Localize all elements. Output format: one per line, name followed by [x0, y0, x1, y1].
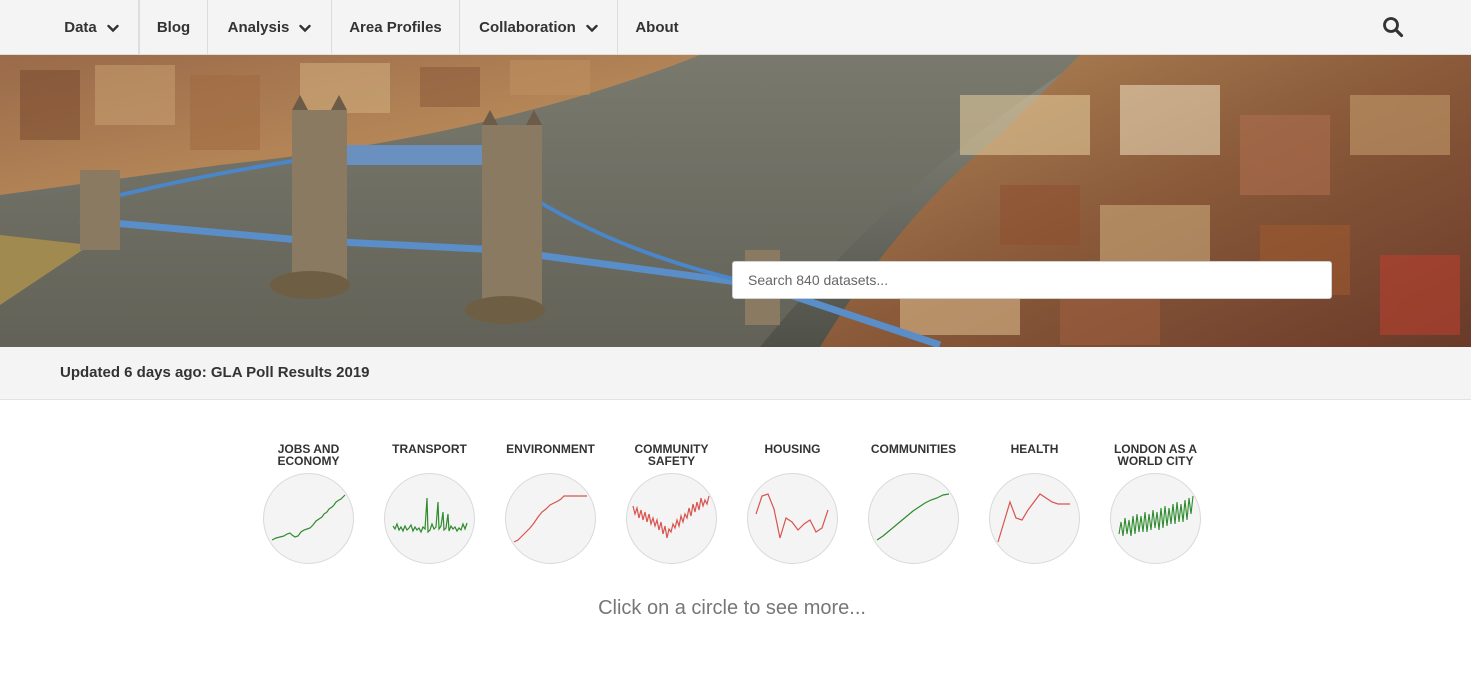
sparkline-path — [271, 494, 346, 541]
sparkline-path — [1118, 495, 1194, 537]
topic-label: Community Safety — [634, 442, 709, 468]
topic-circle[interactable] — [868, 473, 959, 564]
sparkline — [632, 495, 710, 539]
topic-housing[interactable]: Housing — [732, 440, 853, 564]
sparkline-path — [997, 493, 1070, 543]
chevron-down-icon — [107, 24, 119, 32]
nav-item-collaboration[interactable]: Collaboration — [460, 0, 618, 55]
sparkline-path — [632, 495, 710, 539]
topic-label: Housing — [764, 442, 821, 456]
search-icon[interactable] — [1378, 12, 1408, 42]
latest-update-link[interactable]: Updated 6 days ago: GLA Poll Results 201… — [60, 364, 370, 381]
sparkline-path — [513, 495, 587, 543]
topic-circle[interactable] — [1110, 473, 1201, 564]
topic-health[interactable]: Health — [974, 440, 1095, 564]
topic-circle[interactable] — [505, 473, 596, 564]
nav-item-label: About — [635, 19, 679, 36]
nav-item-label: Collaboration — [479, 19, 576, 36]
sparkline — [513, 495, 587, 543]
hero-banner — [0, 55, 1471, 347]
topic-label: London as a World City — [1113, 442, 1198, 468]
sparkline-path — [876, 493, 950, 541]
topic-london-as-a-world-city[interactable]: London as a World City — [1095, 440, 1216, 564]
nav-item-label: Analysis — [227, 19, 290, 36]
topic-label: Health — [1010, 442, 1059, 456]
sparkline-path — [755, 493, 829, 539]
nav-item-label: Blog — [156, 19, 191, 36]
nav-item-about[interactable]: About — [618, 0, 696, 55]
topic-communities[interactable]: Communities — [853, 440, 974, 564]
topic-label: Environment — [506, 442, 595, 456]
topic-jobs-and-economy[interactable]: Jobs and Economy — [248, 440, 369, 564]
nav-item-analysis[interactable]: Analysis — [208, 0, 332, 55]
topic-circle[interactable] — [263, 473, 354, 564]
topic-circle[interactable] — [989, 473, 1080, 564]
topic-label: Transport — [392, 442, 467, 456]
dataset-search-input[interactable] — [732, 261, 1332, 299]
nav-item-data[interactable]: Data — [45, 0, 139, 55]
topic-circle[interactable] — [747, 473, 838, 564]
topic-circle[interactable] — [626, 473, 717, 564]
sparkline-path — [392, 497, 468, 534]
sparkline — [876, 493, 950, 541]
topic-hint-text: Click on a circle to see more... — [598, 597, 866, 619]
sparkline — [997, 493, 1070, 543]
sparkline — [392, 497, 468, 534]
topic-circle[interactable] — [384, 473, 475, 564]
hero-image — [0, 55, 1471, 347]
topic-label: Jobs and Economy — [277, 442, 340, 468]
topic-environment[interactable]: Environment — [490, 440, 611, 564]
top-navigation: Data Blog Analysis Area Profiles Collabo… — [0, 0, 1471, 55]
latest-update-bar: Updated 6 days ago: GLA Poll Results 201… — [0, 347, 1471, 400]
nav-item-blog[interactable]: Blog — [139, 0, 208, 55]
sparkline — [755, 493, 829, 539]
chevron-down-icon — [299, 24, 312, 32]
nav-item-label: Data — [64, 19, 97, 36]
nav-item-label: Area Profiles — [349, 19, 442, 36]
sparkline — [271, 494, 346, 541]
topic-community-safety[interactable]: Community Safety — [611, 440, 732, 564]
topic-transport[interactable]: Transport — [369, 440, 490, 564]
chevron-down-icon — [586, 24, 598, 32]
nav-item-area-profiles[interactable]: Area Profiles — [332, 0, 460, 55]
sparkline — [1118, 495, 1194, 537]
topic-label: Communities — [870, 442, 957, 456]
